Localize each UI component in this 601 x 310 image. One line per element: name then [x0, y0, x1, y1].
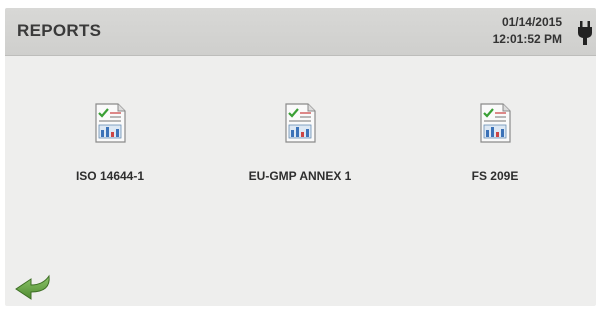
reports-screen: REPORTS 01/14/2015 12:01:52 PM ISO 14644…	[5, 8, 596, 306]
report-label: EU-GMP ANNEX 1	[248, 169, 352, 183]
report-document-icon	[285, 103, 316, 143]
report-fs-209e[interactable]: FS 209E	[420, 93, 570, 193]
plug-icon	[578, 21, 592, 45]
back-arrow-icon[interactable]	[13, 270, 53, 302]
report-iso-14644-1[interactable]: ISO 14644-1	[35, 93, 185, 193]
time-text: 12:01:52 PM	[492, 32, 562, 46]
report-document-icon	[95, 103, 126, 143]
report-label: ISO 14644-1	[75, 169, 145, 183]
report-eu-gmp-annex-1[interactable]: EU-GMP ANNEX 1	[225, 93, 375, 193]
report-label: FS 209E	[471, 169, 519, 183]
date-text: 01/14/2015	[501, 15, 562, 29]
page-title: REPORTS	[17, 21, 102, 40]
report-document-icon	[480, 103, 511, 143]
header-bar: REPORTS 01/14/2015 12:01:52 PM	[5, 8, 596, 56]
date-time: 01/14/2015 12:01:52 PM	[493, 14, 562, 48]
